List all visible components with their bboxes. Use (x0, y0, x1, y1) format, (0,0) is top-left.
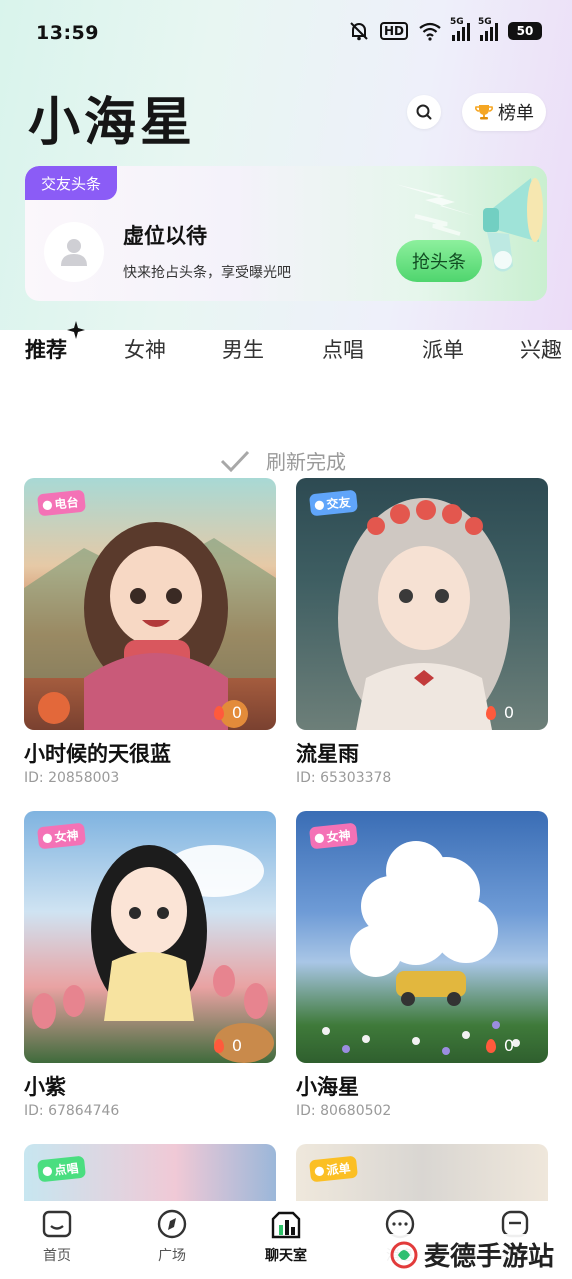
watermark-text: 麦德手游站 (424, 1242, 555, 1272)
megaphone-icon (483, 178, 543, 272)
tab-recommend[interactable]: 推荐 (25, 334, 67, 364)
battery-icon: 50 (508, 22, 542, 40)
banner-avatar (44, 222, 104, 282)
banner-tag: 交友头条 (25, 166, 117, 200)
room-card[interactable]: ● 电台 0 小时候的天很蓝 ID: 20858003 (24, 478, 276, 786)
cover-illustration (32, 845, 274, 1063)
network-2-label: 5G (478, 17, 492, 27)
room-type-label: 女神 (53, 827, 80, 845)
tab-male[interactable]: 男生 (222, 334, 264, 364)
room-cover-image: ● 派单 (296, 1144, 548, 1201)
heat-count: 0 (231, 703, 242, 722)
rank-button[interactable]: 榜单 (462, 93, 546, 131)
room-card[interactable]: ● 点唱 (24, 1144, 276, 1201)
room-name: 流星雨 (296, 742, 359, 766)
room-id: ID: 65303378 (296, 770, 392, 786)
room-card[interactable]: ● 派单 (296, 1144, 548, 1201)
cover-illustration (322, 841, 520, 1055)
headline-banner[interactable]: 交友头条 虚位以待 快来抢占头条，享受曝光吧 抢头条 (25, 166, 547, 301)
grab-headline-button[interactable]: 抢头条 (396, 240, 482, 282)
nav-label: 聊天室 (265, 1248, 307, 1264)
room-type-label: 交友 (325, 494, 352, 512)
room-type-label: 点唱 (53, 1160, 80, 1178)
nav-home[interactable]: 首页 (17, 1209, 97, 1265)
nav-chatroom[interactable]: 聊天室 (246, 1209, 326, 1265)
room-card[interactable]: ● 交友 0 流星雨 ID: 65303378 (296, 478, 548, 786)
room-type-label: 电台 (53, 494, 80, 512)
category-tabs: 推荐 女神 男生 点唱 派单 兴趣 (0, 321, 572, 370)
crown-icon: ● (313, 829, 326, 845)
watermark: 麦德手游站 (382, 1234, 563, 1275)
music-icon: ● (41, 1162, 54, 1178)
room-id: ID: 67864746 (24, 1103, 120, 1119)
nav-square[interactable]: 广场 (132, 1209, 212, 1265)
dispatch-icon: ● (313, 1162, 326, 1178)
room-type-label: 女神 (325, 827, 352, 845)
mute-bell-icon (350, 22, 368, 41)
fire-icon (486, 1039, 496, 1053)
room-cover-image: ● 点唱 (24, 1144, 276, 1201)
room-cover-image: ● 女神 0 (296, 811, 548, 1063)
chatroom-icon (271, 1211, 301, 1239)
heat-count: 0 (503, 1036, 514, 1055)
tab-dispatch[interactable]: 派单 (422, 334, 464, 364)
nav-label: 首页 (43, 1248, 71, 1264)
fire-icon (214, 706, 224, 720)
nav-label: 广场 (158, 1248, 186, 1264)
room-name: 小时候的天很蓝 (24, 742, 171, 766)
room-type-label: 派单 (325, 1160, 352, 1178)
tab-song[interactable]: 点唱 (322, 334, 364, 364)
refresh-text: 刷新完成 (266, 450, 346, 474)
search-icon (416, 104, 432, 120)
page-title: 小海星 (28, 93, 197, 153)
signal-2-icon: 5G (478, 17, 498, 41)
heat-count: 0 (503, 703, 514, 722)
network-1-label: 5G (450, 17, 464, 27)
checkmark-icon (220, 450, 250, 472)
banner-title: 虚位以待 (123, 224, 207, 248)
status-time: 13:59 (36, 22, 99, 44)
room-name: 小紫 (24, 1075, 66, 1099)
status-bar: 13:59 HD 5G 5G 50 (0, 0, 572, 66)
cover-illustration (338, 498, 510, 730)
room-type-badge: ● 派单 (308, 1155, 358, 1183)
trophy-icon (475, 105, 493, 120)
room-id: ID: 80680502 (296, 1103, 392, 1119)
user-placeholder-icon (61, 239, 87, 266)
room-type-badge: ● 点唱 (36, 1155, 86, 1183)
hd-icon: HD (379, 22, 408, 40)
tab-goddess[interactable]: 女神 (124, 334, 166, 364)
wifi-icon (419, 22, 441, 41)
people-icon: ● (313, 496, 326, 512)
refresh-status: 刷新完成 (220, 446, 346, 475)
sparkle-icon (67, 321, 85, 339)
signal-1-icon: 5G (450, 17, 470, 41)
compass-icon (157, 1209, 187, 1239)
watermark-logo-icon (390, 1241, 418, 1268)
fire-icon (486, 706, 496, 720)
mic-icon: ● (41, 496, 54, 512)
tab-interest[interactable]: 兴趣 (520, 334, 562, 364)
home-icon (42, 1210, 72, 1238)
room-cover-image: ● 女神 0 (24, 811, 276, 1063)
banner-subtitle: 快来抢占头条，享受曝光吧 (123, 265, 291, 281)
heat-count: 0 (231, 1036, 242, 1055)
fire-icon (214, 1039, 224, 1053)
room-id: ID: 20858003 (24, 770, 120, 786)
room-cover-image: ● 电台 0 (24, 478, 276, 730)
search-button[interactable] (407, 95, 441, 129)
room-card[interactable]: ● 女神 0 小海星 ID: 80680502 (296, 811, 548, 1119)
tab-clip: 兴趣 (520, 330, 572, 370)
rank-label: 榜单 (498, 103, 534, 124)
room-cover-image: ● 交友 0 (296, 478, 548, 730)
cover-illustration (24, 522, 276, 730)
crown-icon: ● (41, 829, 54, 845)
status-icons: HD 5G 5G 50 (348, 17, 542, 42)
room-card[interactable]: ● 女神 0 小紫 ID: 67864746 (24, 811, 276, 1119)
room-name: 小海星 (296, 1075, 359, 1099)
